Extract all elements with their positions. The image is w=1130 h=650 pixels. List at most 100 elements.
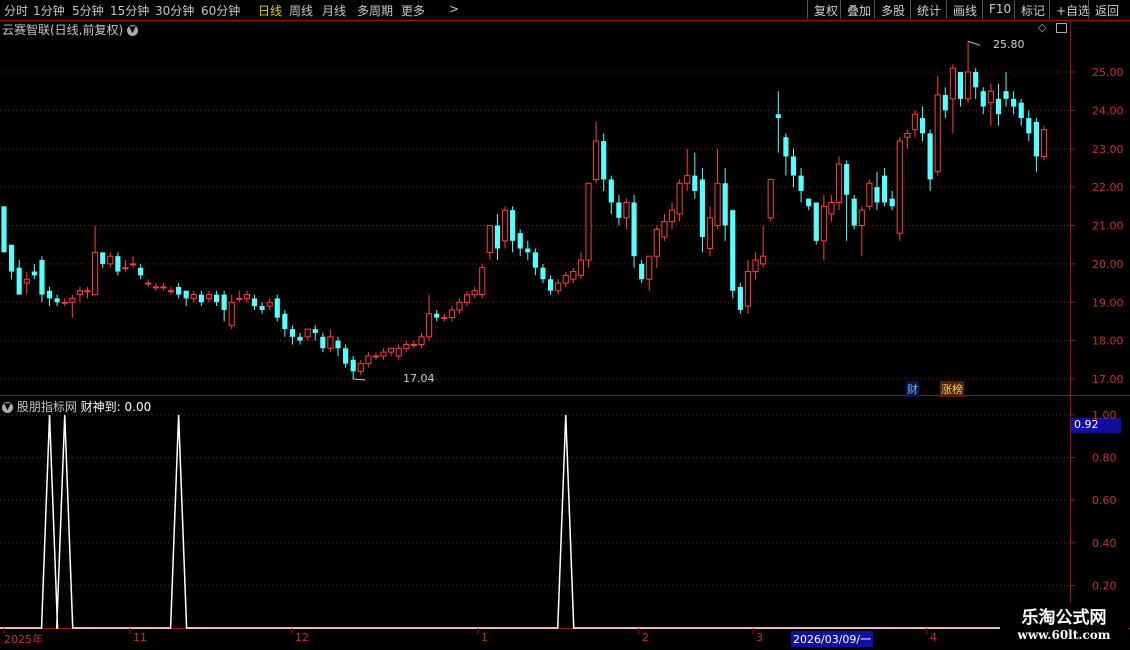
- x-label-11: 11: [133, 631, 147, 644]
- candle-body-up: [820, 205, 827, 242]
- candle-body-up: [160, 286, 167, 289]
- candle-body-down: [980, 91, 986, 107]
- candle-body-up: [236, 297, 243, 300]
- candle-body-down: [692, 175, 698, 191]
- candle-body-up: [767, 178, 774, 219]
- candle-body-down: [1018, 102, 1024, 119]
- candle-body-up: [676, 182, 683, 215]
- candle-body-down: [213, 294, 220, 303]
- candle-body-up: [714, 182, 721, 227]
- candle-body-down: [957, 72, 964, 99]
- candle-body-up: [410, 343, 418, 346]
- candle-body-down: [297, 336, 303, 341]
- candle-body-up: [744, 271, 752, 307]
- candle-body-down: [813, 202, 819, 241]
- candle-body-down: [889, 198, 895, 207]
- candle-body-down: [221, 294, 227, 310]
- candle-body-up: [987, 90, 994, 104]
- candle-body-down: [639, 263, 645, 280]
- watermark-line1: 乐淘公式网: [1021, 608, 1107, 628]
- candle-body-up: [593, 140, 600, 180]
- candle-body-down: [699, 179, 705, 238]
- candle-body-down: [730, 210, 736, 291]
- candle-body-up: [23, 278, 30, 284]
- candle-body-up: [501, 209, 509, 242]
- x-label-12: 12: [295, 631, 309, 644]
- candle-body-up: [304, 328, 311, 338]
- candle-body-up: [190, 294, 197, 299]
- candle-body-up: [129, 263, 137, 266]
- candle-body-up: [403, 343, 410, 349]
- candle-body-down: [540, 267, 546, 280]
- candle-body-up: [266, 301, 273, 307]
- candle-body-up: [380, 351, 387, 357]
- candle-body-down: [259, 306, 265, 310]
- candle-body-down: [942, 95, 948, 111]
- x-label-2025: 2025年: [4, 633, 43, 646]
- candle-body-down: [631, 202, 637, 257]
- candle-body-down: [844, 164, 850, 195]
- x-label-2: 2: [642, 631, 649, 644]
- candle-body-down: [790, 156, 797, 176]
- candle-body-up: [896, 140, 903, 234]
- candle-body-up: [858, 209, 865, 226]
- candle-body-down: [289, 329, 296, 337]
- candle-body-up: [357, 363, 364, 372]
- candle-body-up: [61, 301, 68, 304]
- y-tick-label: 23.00: [1092, 143, 1124, 156]
- candle-body-up: [911, 113, 919, 131]
- candle-body-up: [243, 294, 251, 299]
- candle-body-up: [570, 271, 577, 280]
- candle-body-up: [152, 286, 159, 289]
- indicator-tick-label: 0.80: [1092, 452, 1117, 465]
- candle-body-down: [775, 114, 781, 119]
- candle-body-down: [1, 206, 7, 253]
- candle-body-up: [456, 301, 463, 311]
- indicator-tick-label: 1.00: [1092, 409, 1117, 422]
- kline-chart[interactable]: 25.0024.0023.0022.0021.0020.0019.0018.00…: [0, 0, 1130, 650]
- high-price-label: 25.80: [993, 38, 1025, 51]
- y-tick-label: 24.00: [1092, 104, 1124, 117]
- candle-body-up: [69, 297, 76, 303]
- candle-body-up: [372, 355, 380, 358]
- candle-body-down: [608, 179, 614, 203]
- candle-body-up: [205, 294, 213, 299]
- candle-body-down: [54, 298, 60, 303]
- indicator-tick-label: 0.40: [1092, 537, 1117, 550]
- candle-body-up: [835, 163, 843, 203]
- candle-body-down: [138, 267, 144, 276]
- candle-body-down: [1033, 121, 1039, 157]
- candle-body-up: [145, 282, 152, 285]
- candle-body-up: [365, 355, 372, 365]
- candle-body-down: [510, 210, 516, 241]
- candle-body-down: [919, 118, 926, 134]
- candle-body-down: [927, 133, 933, 180]
- indicator-tick-label: 0.20: [1092, 579, 1117, 592]
- candle-body-up: [479, 267, 486, 296]
- x-label-4: 4: [930, 631, 937, 644]
- candle-body-up: [448, 309, 455, 319]
- candle-body-down: [434, 313, 440, 318]
- low-pointer: [353, 378, 366, 381]
- candle-body-down: [1003, 91, 1009, 99]
- candle-body-down: [995, 98, 1002, 115]
- candle-body-up: [866, 182, 873, 207]
- y-tick-label: 25.00: [1092, 66, 1124, 79]
- candle-body-down: [9, 244, 15, 272]
- candle-body-down: [783, 137, 789, 157]
- candle-body-up: [426, 313, 433, 338]
- x-label-1: 1: [481, 631, 488, 644]
- candle-body-up: [646, 255, 653, 280]
- candle-body-down: [343, 348, 349, 364]
- candle-body-up: [706, 217, 714, 250]
- y-tick-label: 18.00: [1092, 335, 1124, 348]
- candle-body-down: [39, 260, 45, 295]
- candle-body-up: [84, 290, 91, 293]
- candle-body-down: [882, 175, 888, 203]
- candle-body-down: [350, 359, 356, 372]
- candle-body-up: [965, 71, 972, 100]
- candle-body-up: [463, 294, 471, 303]
- candle-body-down: [532, 252, 538, 268]
- candle-body-up: [934, 94, 941, 173]
- y-tick-label: 17.00: [1092, 373, 1124, 386]
